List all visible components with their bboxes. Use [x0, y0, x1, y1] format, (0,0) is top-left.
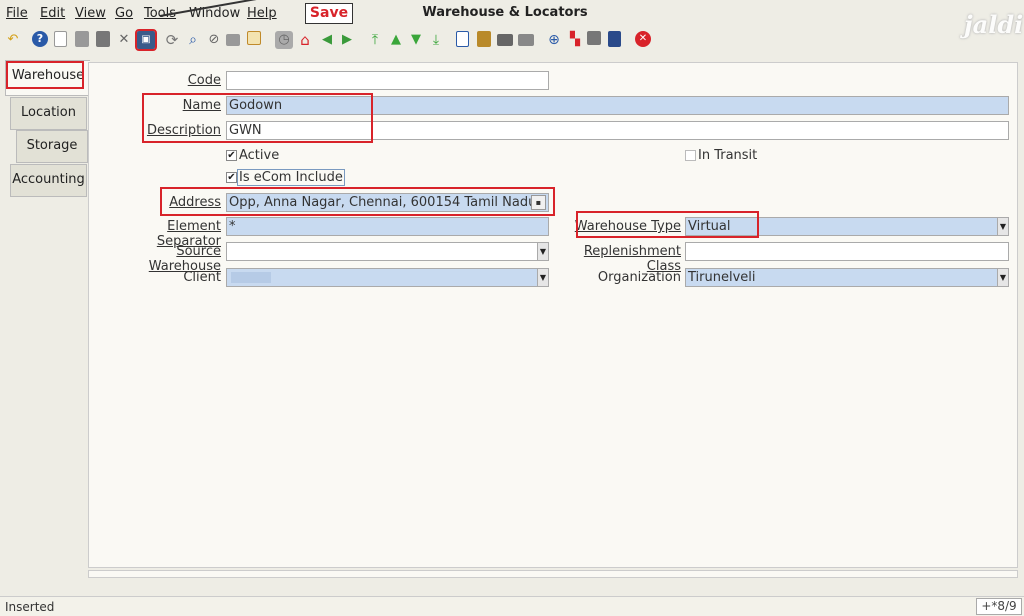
print-icon[interactable] [497, 34, 513, 46]
last-record-icon[interactable]: ⤓ [427, 31, 445, 49]
replenishment-class-field[interactable] [685, 242, 1009, 261]
description-label: Description [100, 123, 221, 138]
print-preview-icon[interactable] [518, 34, 534, 46]
warehouse-type-value: Virtual [688, 219, 731, 234]
tab-storage[interactable]: Storage [16, 130, 88, 163]
client-dropdown-icon[interactable]: ▼ [537, 269, 548, 286]
in-transit-label: In Transit [698, 148, 758, 163]
window-title: Warehouse & Locators [422, 5, 588, 20]
client-select[interactable]: ▼ [226, 268, 549, 287]
record-indicator[interactable]: +*8/9 [976, 598, 1022, 615]
active-checkbox[interactable]: ✔ [226, 150, 237, 161]
in-transit-checkbox[interactable] [685, 150, 696, 161]
workflow-icon[interactable]: ▚ [566, 31, 584, 49]
address-value: Opp, Anna Nagar, Chennai, 600154 Tamil N… [229, 195, 537, 210]
organization-dropdown-icon[interactable]: ▼ [997, 269, 1008, 286]
panel-footer [88, 570, 1018, 578]
copy-icon[interactable] [75, 31, 89, 47]
source-warehouse-dropdown-icon[interactable]: ▼ [537, 243, 548, 260]
address-lookup-icon[interactable]: ▪ [531, 195, 546, 210]
organization-select[interactable]: Tirunelveli ▼ [685, 268, 1009, 287]
code-label-text: Code [187, 73, 221, 88]
warehouse-type-dropdown-icon[interactable]: ▼ [997, 218, 1008, 235]
previous-icon[interactable]: ◀ [318, 31, 336, 49]
grid-toggle-icon[interactable] [247, 31, 261, 45]
find-icon[interactable]: ⌕ [184, 31, 202, 49]
product-info-icon[interactable] [587, 31, 601, 45]
source-warehouse-select[interactable]: ▼ [226, 242, 549, 261]
code-label: Code [100, 73, 221, 88]
save-annotation: Save [305, 3, 353, 24]
next-icon[interactable]: ▶ [338, 31, 356, 49]
delete-icon[interactable] [96, 31, 110, 47]
tab-warehouse[interactable]: Warehouse [5, 60, 90, 96]
address-label-text: Address [169, 195, 221, 210]
new-icon[interactable] [54, 31, 67, 47]
next-record-icon[interactable]: ▼ [407, 31, 425, 49]
is-ecom-label: Is eCom Include [237, 169, 345, 186]
status-bar: Inserted +*8/9 [0, 596, 1024, 616]
name-label-text: Name [182, 98, 221, 113]
report-icon[interactable] [456, 31, 469, 47]
delete-selection-icon[interactable]: ✕ [115, 31, 133, 49]
attachment-icon[interactable]: ⊘ [205, 31, 223, 49]
address-field[interactable]: Opp, Anna Nagar, Chennai, 600154 Tamil N… [226, 193, 549, 212]
organization-value: Tirunelveli [688, 270, 756, 285]
element-separator-field[interactable]: * [226, 217, 549, 236]
description-field[interactable]: GWN [226, 121, 1009, 140]
status-text: Inserted [5, 600, 55, 614]
zoom-across-icon[interactable]: ⊕ [545, 31, 563, 49]
warehouse-type-label: Warehouse Type [555, 219, 681, 234]
code-field[interactable] [226, 71, 549, 90]
archive-icon[interactable] [477, 31, 491, 47]
history-icon[interactable]: ◷ [275, 31, 293, 49]
warehouse-type-select[interactable]: Virtual ▼ [685, 217, 1009, 236]
is-ecom-checkbox[interactable]: ✔ [226, 172, 237, 183]
save-icon[interactable]: ▣ [135, 29, 157, 51]
request-icon[interactable] [608, 31, 621, 47]
help-icon[interactable]: ? [32, 31, 48, 47]
client-value-redacted [231, 272, 271, 283]
menu-bar: File Edit View Go Tools Window Help Ware… [0, 0, 1024, 39]
exit-icon[interactable]: ✕ [635, 31, 651, 47]
warehouse-type-label-text: Warehouse Type [574, 219, 681, 234]
tab-location[interactable]: Location [10, 97, 87, 130]
undo-icon[interactable]: ↶ [4, 31, 22, 49]
chat-icon[interactable] [226, 34, 240, 46]
address-label: Address [100, 195, 221, 210]
tab-accounting[interactable]: Accounting [10, 164, 87, 197]
active-label: Active [239, 148, 280, 163]
name-field[interactable]: Godown [226, 96, 1009, 115]
client-label: Client [183, 270, 221, 285]
description-label-text: Description [146, 123, 221, 138]
name-label: Name [100, 98, 221, 113]
refresh-icon[interactable]: ⟳ [163, 31, 181, 49]
toolbar: ↶ ? ✕ ▣ ⟳ ⌕ ⊘ ◷ ⌂ ◀ ▶ ⤒ ▲ ▼ ⤓ ⊕ ▚ ✕ [0, 28, 1024, 54]
first-record-icon[interactable]: ⤒ [366, 31, 384, 49]
home-icon[interactable]: ⌂ [296, 31, 314, 49]
organization-label: Organization [597, 270, 681, 285]
previous-record-icon[interactable]: ▲ [387, 31, 405, 49]
